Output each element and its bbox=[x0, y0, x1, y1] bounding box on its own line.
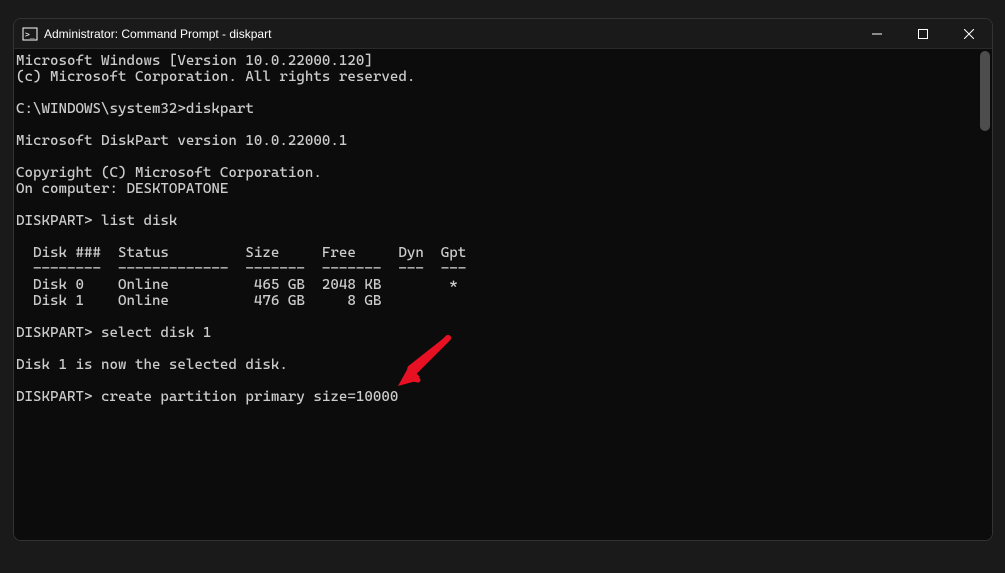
terminal-line: On computer: DESKTOPATONE bbox=[16, 181, 228, 197]
terminal-line: DISKPART> select disk 1 bbox=[16, 325, 211, 341]
scrollbar-thumb[interactable] bbox=[980, 51, 990, 131]
terminal-line: Disk 0 Online 465 GB 2048 KB * bbox=[16, 277, 458, 293]
window-title: Administrator: Command Prompt - diskpart bbox=[44, 27, 271, 41]
terminal-line: Microsoft Windows [Version 10.0.22000.12… bbox=[16, 53, 373, 69]
maximize-button[interactable] bbox=[900, 19, 946, 49]
terminal-area[interactable]: Microsoft Windows [Version 10.0.22000.12… bbox=[14, 49, 992, 540]
terminal-output: Microsoft Windows [Version 10.0.22000.12… bbox=[16, 53, 990, 405]
scrollbar[interactable] bbox=[978, 49, 992, 540]
titlebar-left: >_ Administrator: Command Prompt - diskp… bbox=[22, 26, 271, 42]
svg-text:>_: >_ bbox=[25, 30, 35, 39]
close-button[interactable] bbox=[946, 19, 992, 49]
cmd-icon: >_ bbox=[22, 26, 38, 42]
titlebar[interactable]: >_ Administrator: Command Prompt - diskp… bbox=[14, 19, 992, 49]
terminal-line: Disk 1 Online 476 GB 8 GB bbox=[16, 293, 381, 309]
terminal-line: DISKPART> create partition primary size=… bbox=[16, 389, 398, 405]
terminal-line: Copyright (C) Microsoft Corporation. bbox=[16, 165, 322, 181]
minimize-button[interactable] bbox=[854, 19, 900, 49]
terminal-line: (c) Microsoft Corporation. All rights re… bbox=[16, 69, 415, 85]
terminal-line: Disk 1 is now the selected disk. bbox=[16, 357, 288, 373]
terminal-line: C:\WINDOWS\system32>diskpart bbox=[16, 101, 254, 117]
terminal-line: Microsoft DiskPart version 10.0.22000.1 bbox=[16, 133, 347, 149]
terminal-line: Disk ### Status Size Free Dyn Gpt bbox=[16, 245, 466, 261]
terminal-line: -------- ------------- ------- ------- -… bbox=[16, 261, 466, 277]
command-prompt-window: >_ Administrator: Command Prompt - diskp… bbox=[13, 18, 993, 541]
window-controls bbox=[854, 19, 992, 48]
terminal-line: DISKPART> list disk bbox=[16, 213, 177, 229]
